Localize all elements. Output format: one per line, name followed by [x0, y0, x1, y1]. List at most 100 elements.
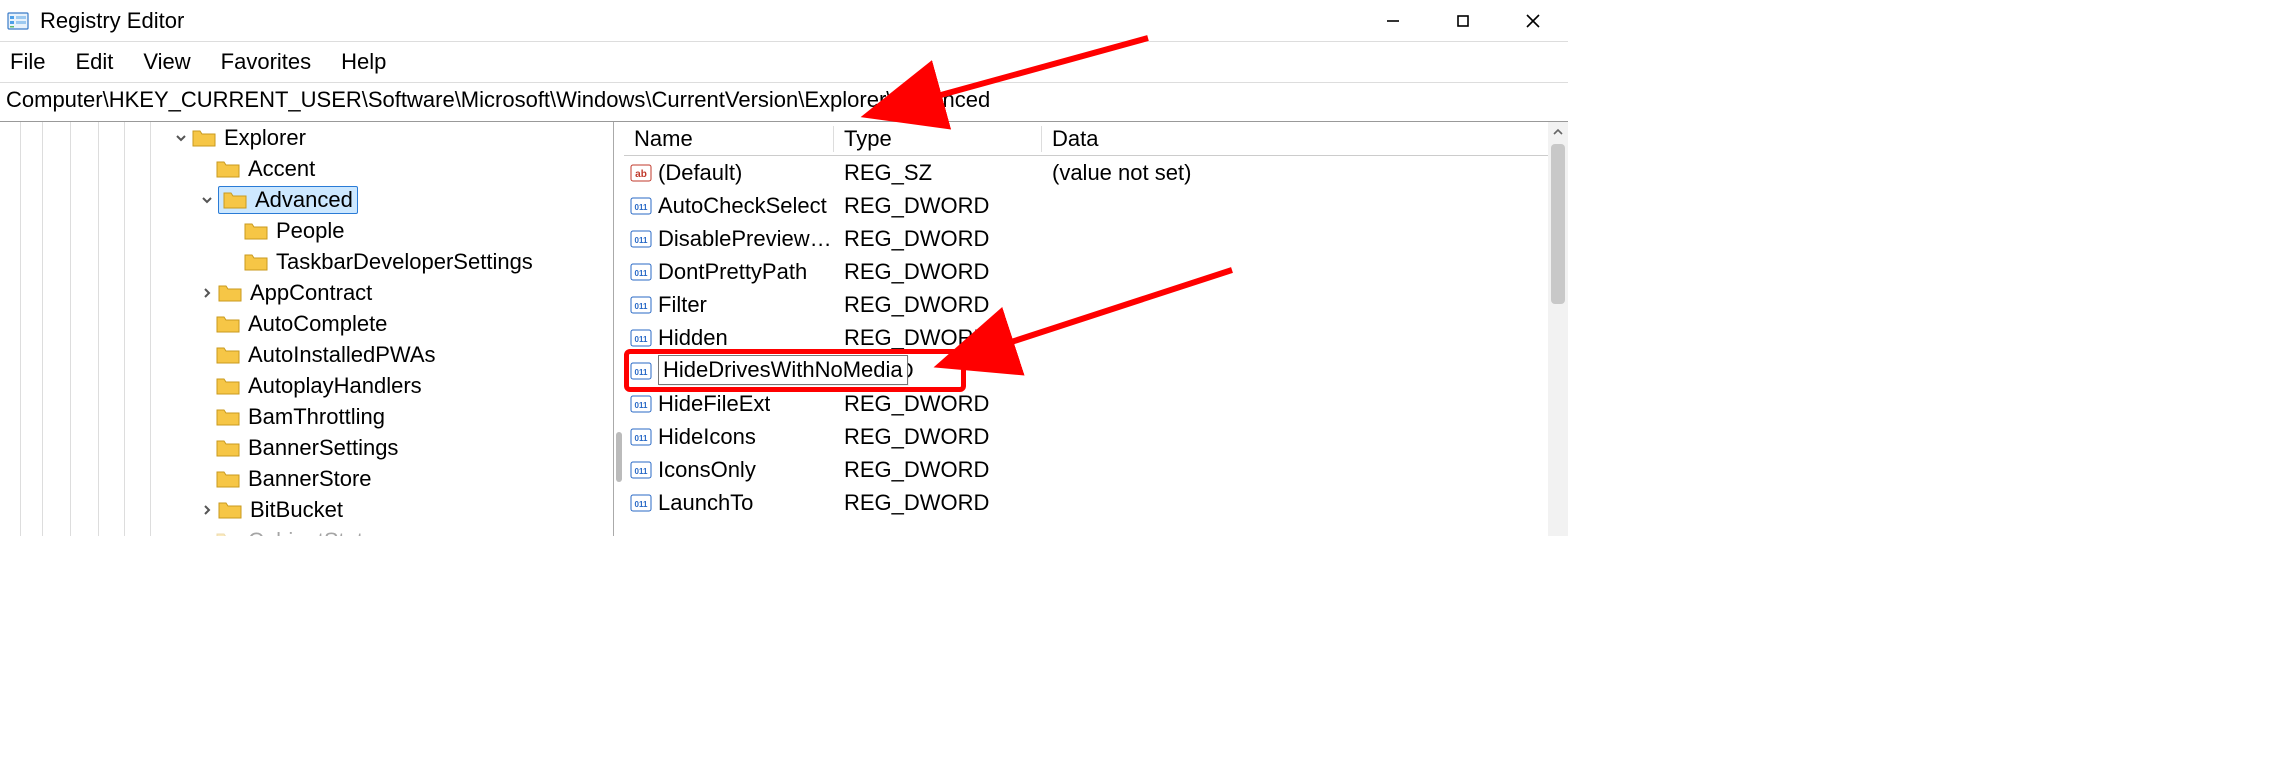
value-type: REG_DWORD	[834, 193, 1042, 219]
list-header: Name Type Data	[624, 122, 1568, 156]
value-type: REG_DWORD	[834, 424, 1042, 450]
maximize-button[interactable]	[1428, 0, 1498, 42]
column-header-name[interactable]: Name	[624, 126, 834, 152]
tree-label: Accent	[248, 156, 315, 182]
tree-item-people[interactable]: People	[0, 215, 613, 246]
tree-label: BamThrottling	[248, 404, 385, 430]
chevron-right-icon[interactable]	[198, 501, 216, 519]
scrollbar-thumb[interactable]	[1551, 144, 1565, 304]
folder-icon	[216, 345, 240, 365]
chevron-down-icon[interactable]	[172, 129, 190, 147]
svg-text:011: 011	[635, 335, 648, 344]
menu-view[interactable]: View	[143, 49, 190, 75]
column-header-data[interactable]: Data	[1042, 126, 1568, 152]
folder-icon	[244, 252, 268, 272]
folder-icon	[216, 438, 240, 458]
list-row[interactable]: 011HideIconsREG_DWORD	[624, 420, 1568, 453]
svg-text:011: 011	[635, 500, 648, 509]
value-name: (Default)	[658, 160, 742, 186]
tree-item-autocomplete[interactable]: AutoComplete	[0, 308, 613, 339]
value-type: REG_DWORD	[834, 226, 1042, 252]
app-icon	[6, 9, 30, 33]
list-row[interactable]: 011DontPrettyPathREG_DWORD	[624, 255, 1568, 288]
tree-item-autoinstalledpwas[interactable]: AutoInstalledPWAs	[0, 339, 613, 370]
list-row[interactable]: 011AutoCheckSelectREG_DWORD	[624, 189, 1568, 222]
value-name: DisablePreviewD...	[658, 226, 834, 252]
list-row[interactable]: ab (Default) REG_SZ(value not set)	[624, 156, 1568, 189]
dword-value-icon: 011	[630, 196, 652, 216]
splitter-handle[interactable]	[614, 122, 624, 536]
value-type: REG_SZ	[834, 160, 1042, 186]
value-type: REG_DWORD	[834, 391, 1042, 417]
tree-item-advanced[interactable]: Advanced	[0, 184, 613, 215]
folder-icon	[244, 221, 268, 241]
registry-editor-window: Registry Editor File Edit View Favorites…	[0, 0, 1568, 536]
folder-icon	[218, 500, 242, 520]
dword-value-icon: 011	[630, 328, 652, 348]
chevron-right-icon[interactable]	[198, 284, 216, 302]
titlebar: Registry Editor	[0, 0, 1568, 42]
folder-icon	[192, 128, 216, 148]
dword-value-icon: 011	[630, 394, 652, 414]
value-type: REG_DWORD	[834, 259, 1042, 285]
menubar: File Edit View Favorites Help	[0, 42, 1568, 82]
tree-item-explorer[interactable]: Explorer	[0, 122, 613, 153]
list-row[interactable]: 011 DisablePreviewD...REG_DWORD	[624, 222, 1568, 255]
svg-text:011: 011	[635, 203, 648, 212]
tree-item-bannersettings[interactable]: BannerSettings	[0, 432, 613, 463]
string-value-icon: ab	[630, 163, 652, 183]
menu-help[interactable]: Help	[341, 49, 386, 75]
list-row[interactable]: 011 HideFileExt REG_DWORD	[624, 387, 1568, 420]
close-button[interactable]	[1498, 0, 1568, 42]
svg-text:011: 011	[635, 467, 648, 476]
splitter-thumb[interactable]	[616, 432, 622, 482]
minimize-button[interactable]	[1358, 0, 1428, 42]
list-row[interactable]: 011LaunchToREG_DWORD	[624, 486, 1568, 519]
tree-item-autoplayhandlers[interactable]: AutoplayHandlers	[0, 370, 613, 401]
svg-text:ab: ab	[635, 169, 647, 180]
folder-icon	[216, 314, 240, 334]
tree-item-accent[interactable]: Accent	[0, 153, 613, 184]
tree-label: Explorer	[224, 125, 306, 151]
tree-label: BannerSettings	[248, 435, 398, 461]
tree-item-appcontract[interactable]: AppContract	[0, 277, 613, 308]
tree-item-bamthrottling[interactable]: BamThrottling	[0, 401, 613, 432]
scroll-up-icon[interactable]	[1548, 122, 1568, 142]
list-row[interactable]: 011FilterREG_DWORD	[624, 288, 1568, 321]
tree-pane[interactable]: Explorer Accent	[0, 122, 614, 536]
menu-file[interactable]: File	[10, 49, 45, 75]
folder-icon	[216, 376, 240, 396]
value-type: REG_DWORD	[834, 325, 1042, 351]
menu-favorites[interactable]: Favorites	[221, 49, 311, 75]
folder-icon	[216, 407, 240, 427]
chevron-down-icon[interactable]	[198, 191, 216, 209]
svg-text:011: 011	[635, 236, 648, 245]
value-name: LaunchTo	[658, 490, 753, 516]
tree-label: BannerStore	[248, 466, 372, 492]
vertical-scrollbar[interactable]	[1548, 122, 1568, 536]
list-row[interactable]: 011HiddenREG_DWORD	[624, 321, 1568, 354]
menu-edit[interactable]: Edit	[75, 49, 113, 75]
value-name: Filter	[658, 292, 707, 318]
address-bar[interactable]: Computer\HKEY_CURRENT_USER\Software\Micr…	[0, 82, 1568, 122]
value-name: HideFileExt	[658, 391, 770, 417]
tree-item-bitbucket[interactable]: BitBucket	[0, 494, 613, 525]
tree-item-taskbar[interactable]: TaskbarDeveloperSettings	[0, 246, 613, 277]
tree-label: TaskbarDeveloperSettings	[276, 249, 533, 275]
tree-item-bannerstore[interactable]: BannerStore	[0, 463, 613, 494]
folder-icon	[216, 469, 240, 489]
tree-label: People	[276, 218, 345, 244]
tree-item-cabinetstate[interactable]: CabinetState	[0, 525, 613, 536]
folder-icon	[216, 159, 240, 179]
dword-value-icon: 011	[630, 295, 652, 315]
tree-label: BitBucket	[250, 497, 343, 523]
list-pane[interactable]: Name Type Data ab (Default) REG_SZ(value n…	[624, 122, 1568, 536]
svg-text:011: 011	[635, 401, 648, 410]
svg-text:011: 011	[635, 368, 648, 377]
value-data: (value not set)	[1042, 160, 1568, 186]
tree-label: CabinetState	[248, 528, 375, 537]
value-name: DontPrettyPath	[658, 259, 807, 285]
list-row[interactable]: 011IconsOnlyREG_DWORD	[624, 453, 1568, 486]
dword-value-icon: 011	[630, 361, 652, 381]
column-header-type[interactable]: Type	[834, 126, 1042, 152]
